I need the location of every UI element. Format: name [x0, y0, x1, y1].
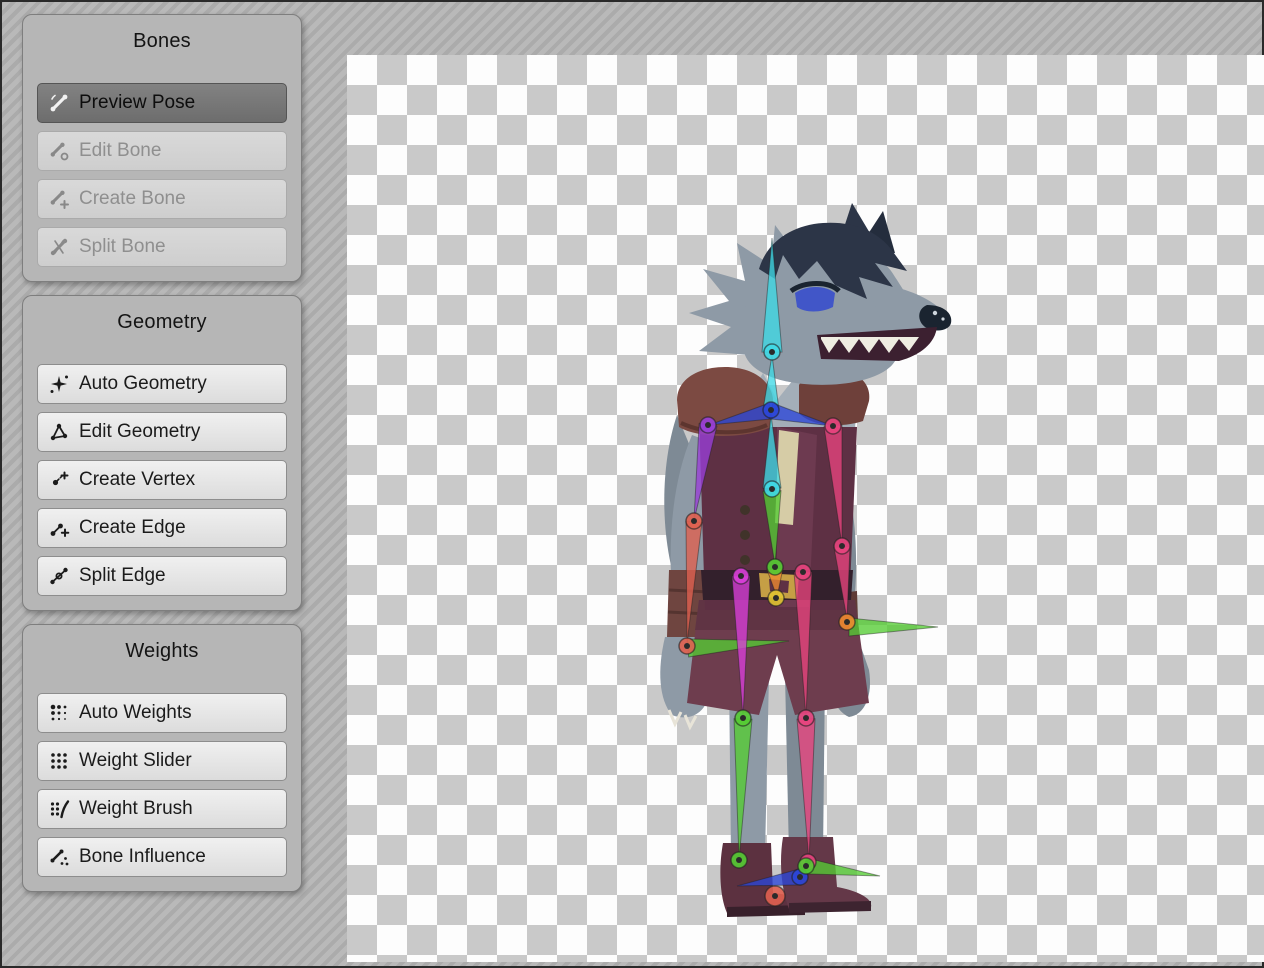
edit-geometry-label: Edit Geometry	[79, 421, 200, 443]
split-bone-icon	[48, 236, 70, 258]
panel-weights-title: Weights	[37, 637, 287, 665]
create-bone-icon	[48, 188, 70, 210]
split-edge-button[interactable]: Split Edge	[37, 556, 287, 596]
panel-bones-title: Bones	[37, 27, 287, 55]
scene-svg	[347, 55, 1264, 962]
create-vertex-icon	[48, 469, 70, 491]
split-bone-label: Split Bone	[79, 236, 166, 258]
auto-weights-icon	[48, 702, 70, 724]
weight-slider-label: Weight Slider	[79, 750, 192, 772]
bone-influence-label: Bone Influence	[79, 846, 206, 868]
split-edge-icon	[48, 565, 70, 587]
weight-brush-label: Weight Brush	[79, 798, 193, 820]
split-edge-label: Split Edge	[79, 565, 166, 587]
edit-bone-label: Edit Bone	[79, 140, 161, 162]
bone-influence-icon	[48, 846, 70, 868]
edit-bone-button: Edit Bone	[37, 131, 287, 171]
weight-slider-button[interactable]: Weight Slider	[37, 741, 287, 781]
auto-weights-button[interactable]: Auto Weights	[37, 693, 287, 733]
sprite-canvas[interactable]	[347, 55, 1264, 962]
auto-geometry-icon	[48, 373, 70, 395]
preview-pose-icon	[48, 92, 70, 114]
tool-panels: Bones Preview Pose Edit Bone	[22, 14, 302, 892]
create-vertex-button[interactable]: Create Vertex	[37, 460, 287, 500]
panel-geometry: Geometry Auto Geometry Edit Geometry	[22, 295, 302, 611]
auto-geometry-label: Auto Geometry	[79, 373, 207, 395]
skinning-editor: Bones Preview Pose Edit Bone	[0, 0, 1264, 968]
split-bone-button: Split Bone	[37, 227, 287, 267]
weight-brush-icon	[48, 798, 70, 820]
auto-weights-label: Auto Weights	[79, 702, 192, 724]
preview-pose-label: Preview Pose	[79, 92, 195, 114]
panel-bones: Bones Preview Pose Edit Bone	[22, 14, 302, 282]
create-bone-button: Create Bone	[37, 179, 287, 219]
panel-geometry-title: Geometry	[37, 308, 287, 336]
create-edge-button[interactable]: Create Edge	[37, 508, 287, 548]
character-head	[689, 203, 951, 385]
edit-geometry-icon	[48, 421, 70, 443]
preview-pose-button[interactable]: Preview Pose	[37, 83, 287, 123]
create-edge-label: Create Edge	[79, 517, 186, 539]
weight-brush-button[interactable]: Weight Brush	[37, 789, 287, 829]
create-edge-icon	[48, 517, 70, 539]
edit-geometry-button[interactable]: Edit Geometry	[37, 412, 287, 452]
auto-geometry-button[interactable]: Auto Geometry	[37, 364, 287, 404]
create-bone-label: Create Bone	[79, 188, 186, 210]
panel-weights: Weights Auto Weights Weight Slider	[22, 624, 302, 892]
edit-bone-icon	[48, 140, 70, 162]
create-vertex-label: Create Vertex	[79, 469, 195, 491]
weight-slider-icon	[48, 750, 70, 772]
bone-influence-button[interactable]: Bone Influence	[37, 837, 287, 877]
